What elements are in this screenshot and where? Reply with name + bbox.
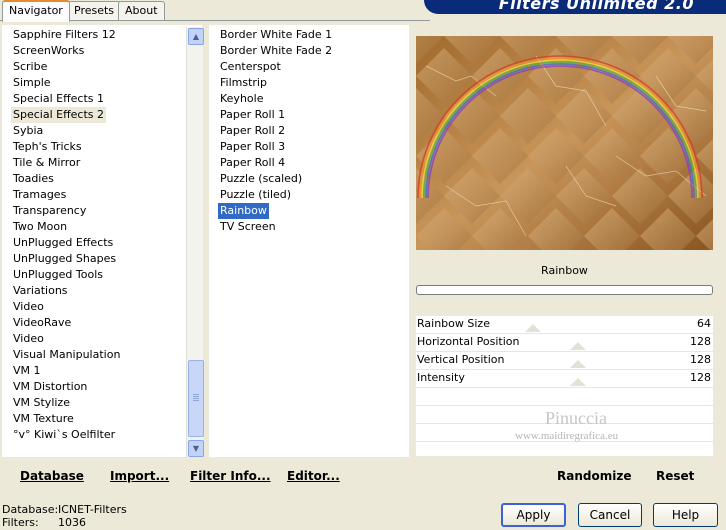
param-slider-row[interactable]: Intensity 128 — [416, 370, 713, 388]
param-label: Horizontal Position — [417, 335, 520, 348]
category-item[interactable]: Tile & Mirror — [11, 155, 82, 171]
scroll-up-button[interactable]: ▲ — [188, 28, 204, 45]
apply-button[interactable]: Apply — [501, 503, 566, 527]
header-banner: Filters Unlimited 2.0 — [424, 0, 726, 14]
category-item[interactable]: Teph's Tricks — [11, 139, 84, 155]
grip-line — [193, 398, 199, 399]
category-item[interactable]: Visual Manipulation — [11, 347, 122, 363]
category-item[interactable]: Two Moon — [11, 219, 69, 235]
category-item[interactable]: Tramages — [11, 187, 68, 203]
scroll-down-button[interactable]: ▼ — [188, 440, 204, 457]
grip-line — [193, 394, 199, 395]
category-item[interactable]: UnPlugged Effects — [11, 235, 115, 251]
param-value: 64 — [697, 317, 711, 330]
param-label: Intensity — [417, 371, 465, 384]
randomize-button[interactable]: Randomize — [557, 468, 631, 484]
category-item[interactable]: UnPlugged Tools — [11, 267, 105, 283]
scroll-thumb[interactable] — [188, 360, 204, 437]
database-button[interactable]: Database — [20, 468, 84, 484]
filter-item[interactable]: Puzzle (tiled) — [218, 187, 293, 203]
status-filters-label: Filters: — [2, 516, 39, 529]
progress-bar — [416, 285, 713, 295]
filter-item[interactable]: Paper Roll 2 — [218, 123, 287, 139]
slider-thumb[interactable] — [525, 324, 542, 332]
category-list[interactable]: Sapphire Filters 12 ScreenWorks Scribe Simp… — [2, 25, 202, 457]
chevron-down-icon: ▼ — [192, 444, 200, 453]
database-label: Database — [20, 469, 84, 483]
category-item[interactable]: Video — [11, 331, 46, 347]
filter-item[interactable]: Paper Roll 3 — [218, 139, 287, 155]
import-button[interactable]: Import... — [110, 468, 169, 484]
category-item[interactable]: VideoRave — [11, 315, 73, 331]
cancel-button[interactable]: Cancel — [578, 503, 642, 527]
app-title: Filters Unlimited 2.0 — [498, 0, 694, 13]
tab-presets[interactable]: Presets — [67, 1, 122, 20]
category-item[interactable]: Video — [11, 299, 46, 315]
category-item[interactable]: VM Texture — [11, 411, 76, 427]
watermark-url: www.maidiregrafica.eu — [515, 430, 619, 442]
filter-item[interactable]: TV Screen — [218, 219, 278, 235]
preview-graphic — [416, 36, 713, 250]
chevron-up-icon: ▲ — [192, 32, 200, 41]
empty-param-slot — [416, 442, 713, 457]
grip-line — [193, 396, 199, 397]
category-item[interactable]: Variations — [11, 283, 70, 299]
category-item[interactable]: VM Distortion — [11, 379, 89, 395]
category-item[interactable]: Toadies — [11, 171, 56, 187]
filter-item[interactable]: Centerspot — [218, 59, 283, 75]
category-item[interactable]: VM 1 — [11, 363, 43, 379]
category-item[interactable]: VM Stylize — [11, 395, 72, 411]
watermark-name: Pinuccia — [545, 408, 607, 428]
param-slider-row[interactable]: Rainbow Size 64 — [416, 316, 713, 334]
status-filters-value: 1036 — [58, 516, 86, 529]
reset-button[interactable]: Reset — [656, 468, 694, 484]
param-value: 128 — [690, 335, 711, 348]
selected-filter-label: Rainbow — [541, 264, 588, 277]
filter-info-label: Filter Info... — [190, 469, 271, 483]
status-database-value: ICNET-Filters — [58, 503, 127, 516]
category-scrollbar[interactable]: ▲ ▼ — [186, 27, 204, 457]
category-item[interactable]: Special Effects 2 — [11, 107, 107, 123]
help-button[interactable]: Help — [653, 503, 718, 527]
category-item[interactable]: Special Effects 1 — [11, 91, 106, 107]
param-value: 128 — [690, 371, 711, 384]
category-item[interactable]: Transparency — [11, 203, 88, 219]
import-label: Import... — [110, 469, 170, 483]
filter-item[interactable]: Border White Fade 2 — [218, 43, 334, 59]
filter-item[interactable]: Paper Roll 1 — [218, 107, 287, 123]
param-label: Rainbow Size — [417, 317, 490, 330]
param-slider-row[interactable]: Vertical Position 128 — [416, 352, 713, 370]
empty-param-slot — [416, 388, 713, 406]
editor-button[interactable]: Editor... — [287, 468, 340, 484]
tab-navigator[interactable]: Navigator — [2, 0, 70, 22]
param-label: Vertical Position — [417, 353, 505, 366]
filter-item[interactable]: Paper Roll 4 — [218, 155, 287, 171]
editor-label: Editor... — [287, 469, 340, 483]
category-item[interactable]: Sybia — [11, 123, 45, 139]
filter-item[interactable]: Rainbow — [218, 203, 269, 219]
param-value: 128 — [690, 353, 711, 366]
filter-item[interactable]: Filmstrip — [218, 75, 269, 91]
category-item[interactable]: ScreenWorks — [11, 43, 86, 59]
slider-thumb[interactable] — [570, 378, 587, 386]
tab-about[interactable]: About — [118, 1, 165, 20]
category-item[interactable]: Simple — [11, 75, 53, 91]
filter-item[interactable]: Border White Fade 1 — [218, 27, 334, 43]
category-item[interactable]: Sapphire Filters 12 — [11, 27, 118, 43]
filter-item[interactable]: Keyhole — [218, 91, 265, 107]
param-slider-row[interactable]: Horizontal Position 128 — [416, 334, 713, 352]
filter-info-button[interactable]: Filter Info... — [190, 468, 271, 484]
slider-thumb[interactable] — [570, 342, 587, 350]
category-item[interactable]: °v° Kiwi`s Oelfilter — [11, 427, 117, 443]
category-item[interactable]: UnPlugged Shapes — [11, 251, 118, 267]
category-item[interactable]: Scribe — [11, 59, 49, 75]
grip-line — [193, 400, 199, 401]
status-database-label: Database: — [2, 503, 59, 516]
filter-item[interactable]: Puzzle (scaled) — [218, 171, 304, 187]
filter-list[interactable]: Border White Fade 1 Border White Fade 2 Ce… — [209, 25, 409, 457]
preview-image — [416, 36, 713, 250]
slider-thumb[interactable] — [570, 360, 587, 368]
